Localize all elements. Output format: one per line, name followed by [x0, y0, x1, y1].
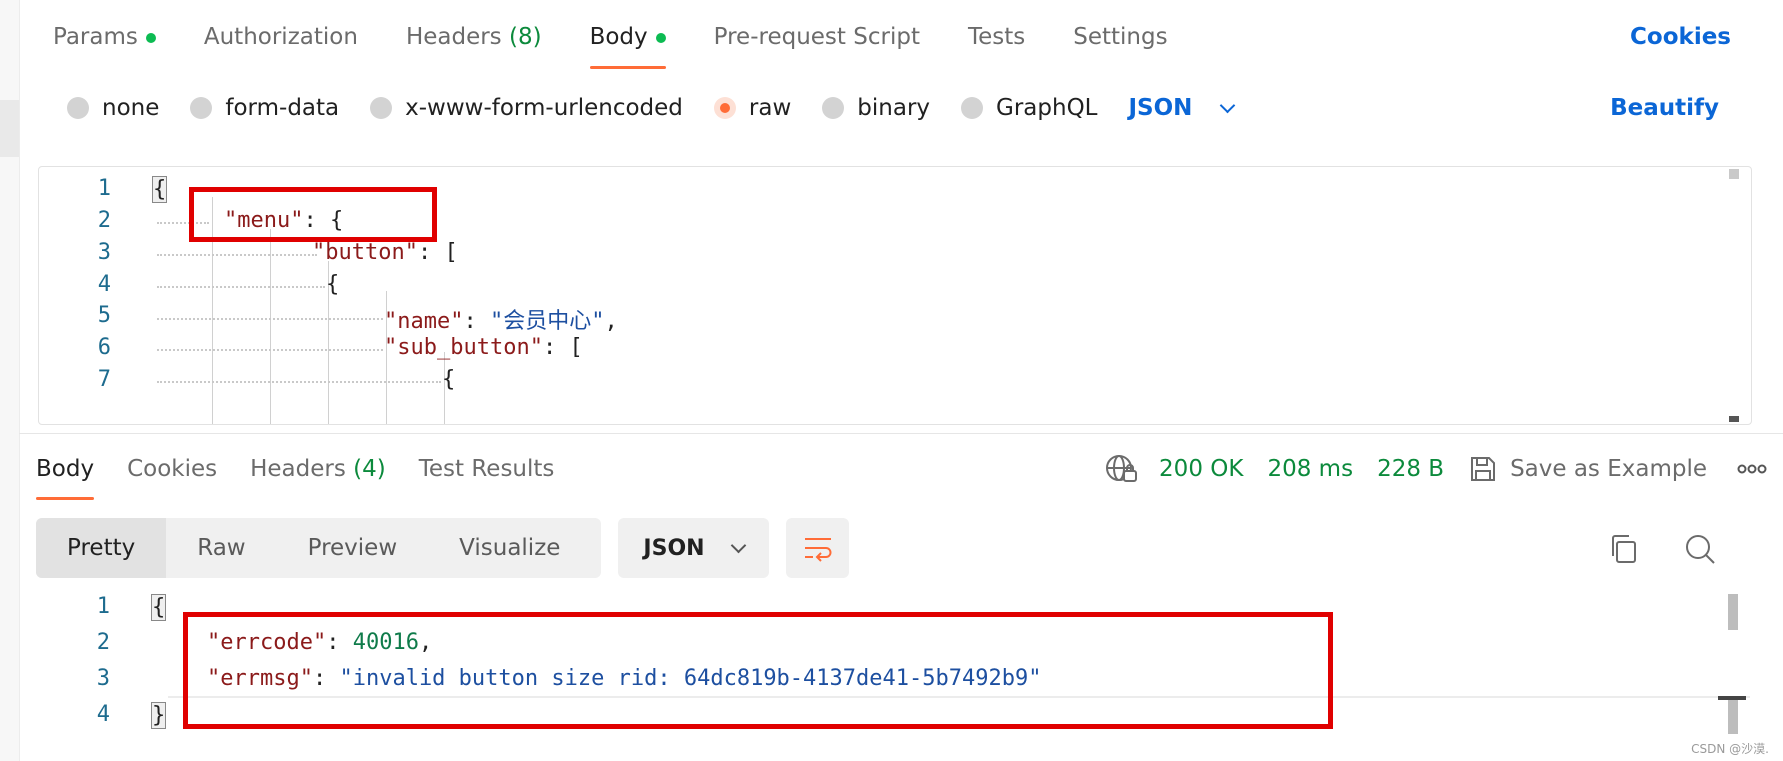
request-tabs: Params Authorization Headers (8) Body Pr…	[53, 20, 1216, 69]
tab-tests[interactable]: Tests	[968, 20, 1025, 54]
response-tab-body[interactable]: Body	[36, 452, 95, 500]
whitespace-dots	[157, 286, 325, 288]
response-format-select[interactable]: JSON	[618, 518, 769, 578]
body-type-binary[interactable]: binary	[822, 95, 930, 121]
headers-count: (8)	[508, 24, 542, 50]
body-type-form-data[interactable]: form-data	[190, 95, 339, 121]
line-number: 2	[96, 630, 110, 655]
line-number: 1	[96, 594, 110, 619]
language-select[interactable]: JSON	[1129, 95, 1236, 121]
mode-pretty[interactable]: Pretty	[36, 518, 167, 578]
tab-pre-request-script[interactable]: Pre-request Script	[714, 20, 920, 54]
line-number: 2	[97, 208, 111, 233]
editor-scrollbar-thumb[interactable]	[1729, 416, 1739, 422]
whitespace-dots	[157, 381, 441, 383]
watermark: CSDN @沙漠.	[1691, 742, 1769, 756]
code-line: "name": "会员中心",	[384, 309, 618, 334]
editor-scrollbar-top[interactable]	[1729, 169, 1739, 179]
mode-preview[interactable]: Preview	[277, 518, 429, 578]
status-code: 200 OK	[1159, 456, 1244, 482]
line-number: 5	[97, 303, 111, 328]
line-number: 3	[97, 240, 111, 265]
radio-icon	[370, 97, 393, 119]
save-as-example-button[interactable]: Save as Example	[1468, 454, 1707, 484]
tab-body[interactable]: Body	[589, 20, 666, 69]
code-line: {	[442, 367, 456, 392]
radio-icon	[190, 97, 213, 119]
code-brace: {	[151, 594, 167, 621]
line-number: 3	[96, 666, 110, 691]
line-number: 7	[97, 367, 111, 392]
tab-authorization[interactable]: Authorization	[204, 20, 358, 54]
body-type-selector: none form-data x-www-form-urlencoded raw…	[67, 91, 1236, 125]
more-icon[interactable]	[1737, 464, 1767, 474]
line-number: 1	[97, 176, 111, 201]
body-type-raw[interactable]: raw	[713, 95, 791, 121]
radio-selected-icon	[713, 97, 736, 119]
response-tab-test-results[interactable]: Test Results	[419, 452, 555, 486]
sidebar-handle[interactable]	[0, 100, 19, 157]
response-time: 208 ms	[1267, 456, 1354, 482]
chevron-down-icon	[1220, 97, 1236, 113]
code-line: "sub_button": [	[384, 335, 583, 360]
line-number: 4	[97, 272, 111, 297]
cookies-link[interactable]: Cookies	[1630, 20, 1731, 54]
indent-guide	[270, 229, 271, 424]
radio-icon	[822, 97, 845, 119]
response-size: 228 B	[1377, 456, 1445, 482]
response-tab-headers[interactable]: Headers (4)	[250, 452, 386, 486]
line-number: 4	[96, 702, 110, 727]
beautify-button[interactable]: Beautify	[1610, 91, 1719, 125]
response-view-modes: Pretty Raw Preview Visualize	[36, 518, 601, 578]
body-indicator-dot	[655, 32, 666, 43]
globe-lock-icon[interactable]	[1105, 453, 1139, 485]
whitespace-dots	[157, 254, 317, 256]
highlight-box-response	[183, 612, 1333, 729]
whitespace-dots	[157, 349, 383, 351]
pane-divider[interactable]	[19, 433, 1783, 434]
response-tab-cookies[interactable]: Cookies	[127, 452, 217, 486]
tab-params[interactable]: Params	[53, 20, 156, 54]
search-icon[interactable]	[1683, 532, 1717, 566]
highlight-box-menu	[189, 187, 437, 242]
copy-icon[interactable]	[1608, 533, 1640, 565]
params-indicator-dot	[145, 32, 156, 43]
wrap-lines-icon	[804, 538, 831, 562]
response-status-bar: 200 OK 208 ms 228 B Save as Example	[1105, 452, 1767, 486]
body-type-graphql[interactable]: GraphQL	[961, 95, 1098, 121]
response-headers-count: (4)	[353, 456, 386, 482]
line-number: 6	[97, 335, 111, 360]
response-tabs: Body Cookies Headers (4) Test Results	[36, 452, 587, 500]
save-icon	[1471, 457, 1496, 481]
chevron-down-icon	[730, 537, 746, 553]
code-line: {	[326, 272, 340, 297]
wrap-lines-button[interactable]	[786, 518, 849, 578]
response-scrollbar-thumb[interactable]	[1728, 594, 1738, 630]
code-brace: }	[151, 702, 167, 729]
code-line: "button": [	[312, 240, 458, 265]
radio-icon	[67, 97, 89, 119]
mode-raw[interactable]: Raw	[166, 518, 276, 578]
body-type-none[interactable]: none	[67, 95, 159, 121]
body-type-urlencoded[interactable]: x-www-form-urlencoded	[370, 95, 683, 121]
tab-settings[interactable]: Settings	[1073, 20, 1167, 54]
radio-icon	[961, 97, 984, 119]
tab-headers[interactable]: Headers (8)	[406, 20, 542, 54]
code-brace: {	[152, 176, 168, 203]
mode-visualize[interactable]: Visualize	[428, 518, 591, 578]
response-scrollbar-track[interactable]	[1728, 700, 1738, 734]
whitespace-dots	[157, 318, 383, 320]
